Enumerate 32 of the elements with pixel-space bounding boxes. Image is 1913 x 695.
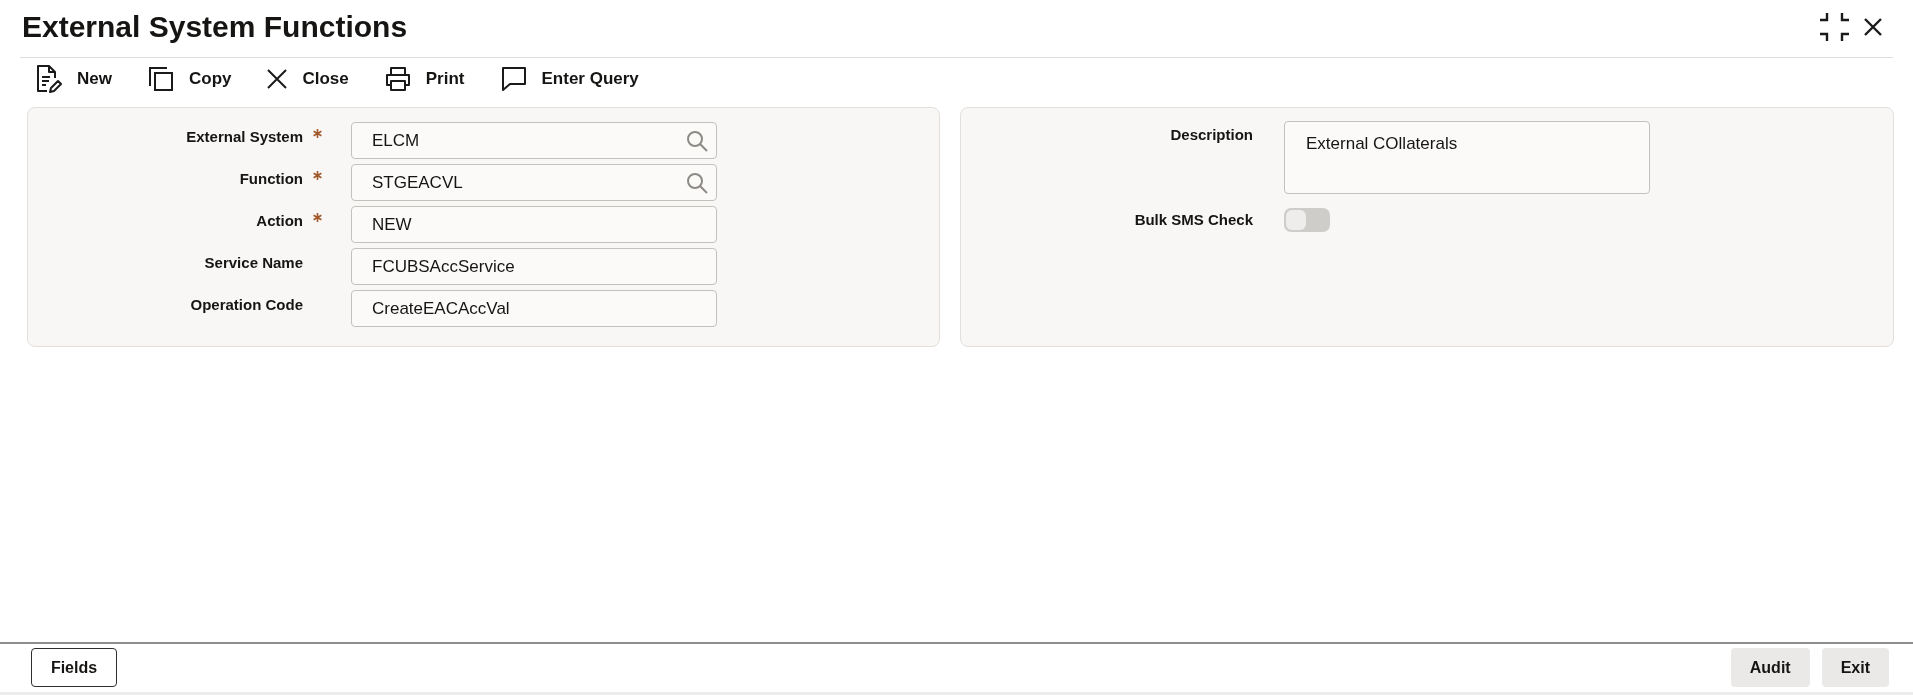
text-area[interactable]: External COllaterals: [1284, 121, 1650, 194]
field-label: Function: [239, 169, 303, 189]
toolbar-button[interactable]: Close: [267, 62, 349, 96]
window-title: External System Functions: [21, 9, 408, 44]
input-field[interactable]: CreateEACAccVal: [351, 290, 717, 327]
input-field[interactable]: FCUBSAccService: [351, 248, 717, 285]
toolbar-button[interactable]: Print: [384, 62, 465, 96]
speech-bubble-icon: [500, 66, 527, 92]
fields-button[interactable]: Fields: [31, 648, 117, 687]
printer-icon: [384, 66, 411, 92]
close-icon[interactable]: [1864, 18, 1882, 36]
toolbar-button[interactable]: Enter Query: [500, 62, 639, 96]
copy-icon: [147, 66, 174, 92]
input-field[interactable]: STGEACVL: [351, 164, 717, 201]
audit-button[interactable]: Audit: [1730, 648, 1810, 687]
toolbar-button[interactable]: New: [36, 62, 112, 96]
close-icon: [267, 69, 288, 89]
field-label: Operation Code: [190, 295, 303, 315]
field-label: Description: [1169, 125, 1253, 145]
collapse-icon[interactable]: [1820, 13, 1849, 41]
field-label: Service Name: [204, 253, 303, 273]
search-icon[interactable]: [686, 129, 708, 152]
search-icon[interactable]: [686, 171, 708, 194]
input-field[interactable]: ELCM: [351, 122, 717, 159]
field-label: Bulk SMS Check: [1133, 210, 1253, 230]
field-label: External System: [186, 127, 303, 147]
toolbar-button[interactable]: Copy: [147, 62, 232, 96]
field-label: Action: [256, 211, 303, 231]
document-pencil-icon: [36, 65, 62, 93]
input-field[interactable]: NEW: [351, 206, 717, 243]
toggle-switch[interactable]: [1284, 208, 1330, 232]
exit-button[interactable]: Exit: [1821, 648, 1889, 687]
